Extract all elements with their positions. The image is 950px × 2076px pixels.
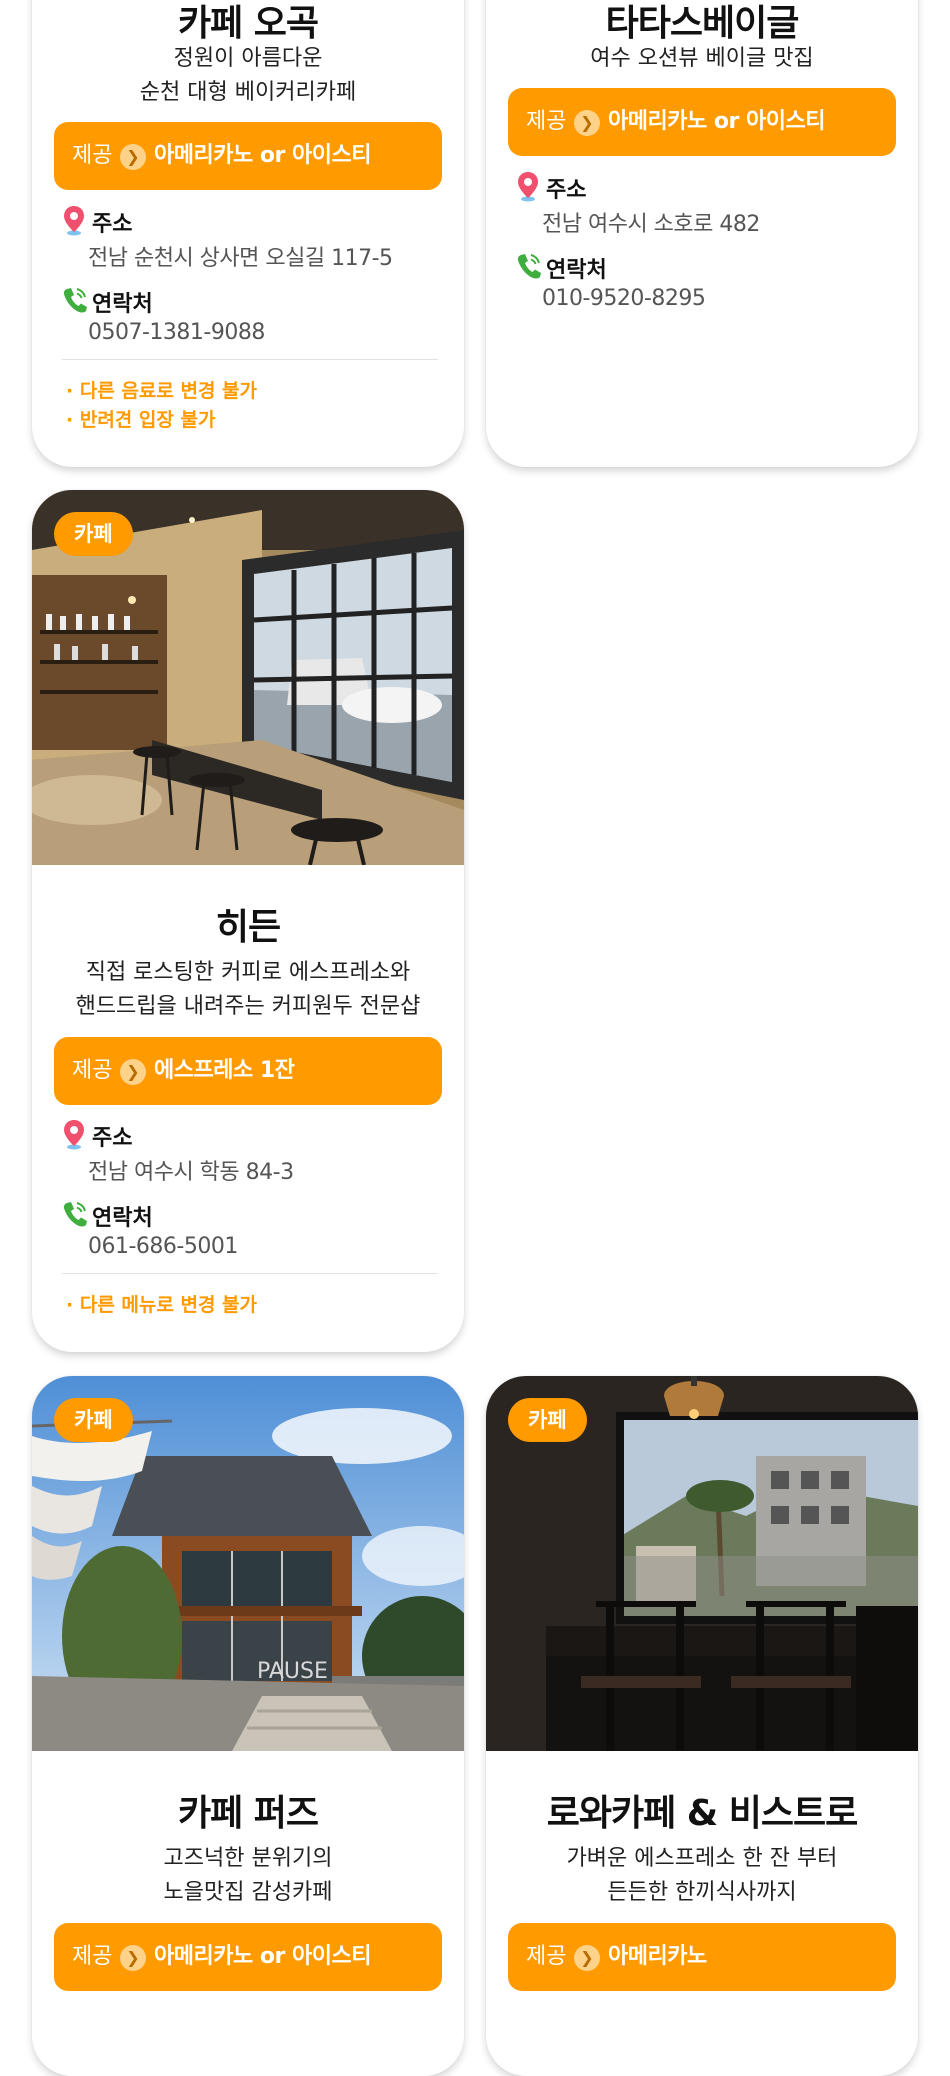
chevron-right-icon: ❯ — [120, 144, 146, 170]
location-pin-icon — [64, 1120, 84, 1150]
card-description-line: 정원이 아름다운 — [173, 46, 323, 71]
phone-icon — [63, 288, 87, 313]
address-label: 주소 — [92, 1126, 133, 1151]
offer-value: 아메리카노 or 아이스티 — [154, 143, 371, 168]
category-tag: 카페 — [54, 512, 133, 556]
offer-banner: 제공 ❯ 아메리카노 or 아이스티 — [54, 122, 442, 190]
offer-label: 제공 — [72, 1944, 113, 1969]
phone-icon — [517, 254, 541, 279]
chevron-right-icon: ❯ — [120, 1945, 146, 1971]
offer-banner: 제공 ❯ 아메리카노 or 아이스티 — [508, 88, 896, 156]
chevron-right-icon: ❯ — [574, 1945, 600, 1971]
card-description-line: 고즈넉한 분위기의 — [163, 1846, 333, 1871]
cafe-card-rowa-bistro[interactable]: 카페 로와카페 & 비스트로 가벼운 에스프레소 한 잔 부터 든든한 한끼식사… — [486, 1376, 918, 2076]
contact-label: 연락처 — [92, 292, 153, 317]
divider — [62, 359, 438, 360]
address-value: 전남 순천시 상사면 오실길 117-5 — [88, 246, 393, 271]
notice-item: · 다른 음료로 변경 불가 — [66, 380, 257, 402]
card-description-line: 핸드드립을 내려주는 커피원두 전문샵 — [75, 994, 421, 1019]
offer-banner: 제공 ❯ 에스프레소 1잔 — [54, 1037, 442, 1105]
address-value: 전남 여수시 소호로 482 — [542, 212, 760, 237]
card-description-line: 든든한 한끼식사까지 — [607, 1880, 797, 1905]
cafe-card-pause[interactable]: PAUSE 카페 카페 퍼즈 고즈넉한 분위기의 노을맛집 감성카페 제공 ❯ … — [32, 1376, 464, 2076]
address-label: 주소 — [546, 178, 587, 203]
address-label: 주소 — [92, 212, 133, 237]
offer-label: 제공 — [526, 109, 567, 134]
chevron-right-icon: ❯ — [120, 1059, 146, 1085]
divider — [62, 1273, 438, 1274]
offer-value: 아메리카노 — [608, 1944, 707, 1969]
card-title: 히든 — [215, 907, 281, 948]
offer-label: 제공 — [526, 1944, 567, 1969]
notice-item: · 반려견 입장 불가 — [66, 409, 216, 431]
phone-value[interactable]: 010-9520-8295 — [542, 286, 706, 311]
pause-sign: PAUSE — [257, 1659, 328, 1684]
card-description-line: 여수 오션뷰 베이글 맛집 — [590, 46, 814, 71]
card-title: 타타스베이글 — [605, 3, 800, 44]
notice-item: · 다른 메뉴로 변경 불가 — [66, 1294, 257, 1316]
category-tag: 카페 — [508, 1398, 587, 1442]
phone-icon — [63, 1202, 87, 1227]
phone-value[interactable]: 0507-1381-9088 — [88, 320, 265, 345]
contact-label: 연락처 — [546, 258, 607, 283]
cafe-card-ogok[interactable]: 카페 오곡 정원이 아름다운 순천 대형 베이커리카페 제공 ❯ 아메리카노 o… — [32, 0, 464, 467]
chevron-right-icon: ❯ — [574, 110, 600, 136]
offer-label: 제공 — [72, 143, 113, 168]
offer-value: 아메리카노 or 아이스티 — [154, 1944, 371, 1969]
card-description-line: 직접 로스팅한 커피로 에스프레소와 — [85, 960, 411, 985]
location-pin-icon — [518, 172, 538, 202]
category-tag: 카페 — [54, 1398, 133, 1442]
location-pin-icon — [64, 206, 84, 236]
card-description-line: 순천 대형 베이커리카페 — [139, 80, 357, 105]
contact-label: 연락처 — [92, 1206, 153, 1231]
card-title: 로와카페 & 비스트로 — [546, 1793, 858, 1834]
offer-banner: 제공 ❯ 아메리카노 — [508, 1923, 896, 1991]
offer-banner: 제공 ❯ 아메리카노 or 아이스티 — [54, 1923, 442, 1991]
phone-value[interactable]: 061-686-5001 — [88, 1234, 238, 1259]
card-description-line: 가벼운 에스프레소 한 잔 부터 — [566, 1846, 838, 1871]
card-description-line: 노을맛집 감성카페 — [163, 1880, 333, 1905]
card-title: 카페 오곡 — [177, 3, 319, 44]
offer-value: 아메리카노 or 아이스티 — [608, 109, 825, 134]
address-value: 전남 여수시 학동 84-3 — [88, 1160, 294, 1185]
offer-label: 제공 — [72, 1058, 113, 1083]
cafe-card-tatas-bagel[interactable]: 타타스베이글 여수 오션뷰 베이글 맛집 제공 ❯ 아메리카노 or 아이스티 … — [486, 0, 918, 467]
card-title: 카페 퍼즈 — [177, 1793, 319, 1834]
cafe-card-hidden[interactable]: 카페 히든 직접 로스팅한 커피로 에스프레소와 핸드드립을 내려주는 커피원두… — [32, 490, 464, 1352]
offer-value: 에스프레소 1잔 — [154, 1058, 295, 1083]
